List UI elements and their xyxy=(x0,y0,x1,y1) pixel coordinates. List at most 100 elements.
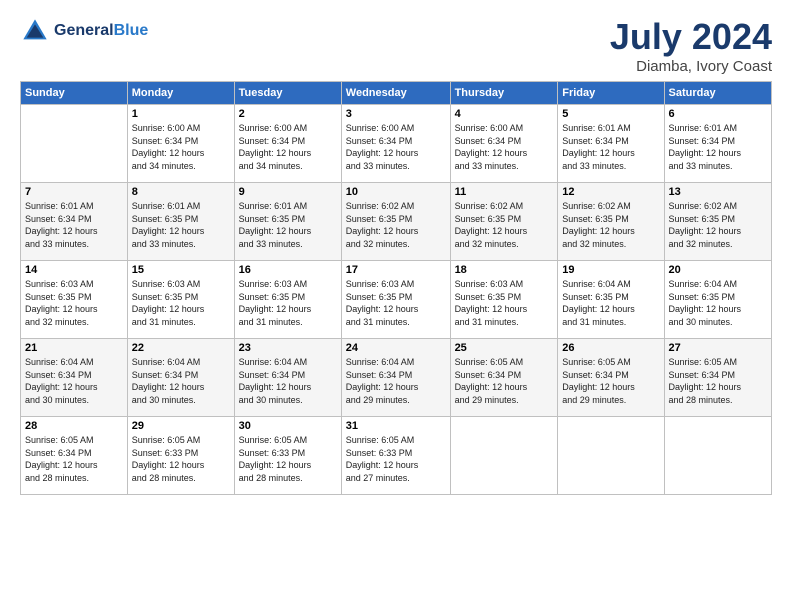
day-number: 23 xyxy=(239,342,337,354)
day-number: 25 xyxy=(455,342,554,354)
day-number: 17 xyxy=(346,264,446,276)
logo-blue: Blue xyxy=(114,22,149,39)
day-number: 27 xyxy=(669,342,767,354)
day-number: 7 xyxy=(25,186,123,198)
table-row: 22 Sunrise: 6:04 AM Sunset: 6:34 PM Dayli… xyxy=(127,339,234,417)
day-number: 4 xyxy=(455,108,554,120)
day-info: Sunrise: 6:03 AM Sunset: 6:35 PM Dayligh… xyxy=(239,278,337,328)
table-row: 19Sunrise: 6:04 AM Sunset: 6:35 PM Dayli… xyxy=(558,261,664,339)
day-info: Sunrise: 6:05 AM Sunset: 6:34 PM Dayligh… xyxy=(455,356,554,406)
table-row: 31 Sunrise: 6:05 AM Sunset: 6:33 PM Dayli… xyxy=(341,417,450,495)
day-number: 6 xyxy=(669,108,767,120)
table-row xyxy=(558,417,664,495)
header: GeneralBlue July 2024 Diamba, Ivory Coas… xyxy=(20,16,772,75)
day-info: Sunrise: 6:04 AM Sunset: 6:34 PM Dayligh… xyxy=(132,356,230,406)
day-info: Sunrise: 6:02 AM Sunset: 6:35 PM Dayligh… xyxy=(346,200,446,250)
day-number: 18 xyxy=(455,264,554,276)
day-number: 10 xyxy=(346,186,446,198)
day-number: 20 xyxy=(669,264,767,276)
day-info: Sunrise: 6:03 AM Sunset: 6:35 PM Dayligh… xyxy=(25,278,123,328)
table-row: 1 Sunrise: 6:00 AM Sunset: 6:34 PM Daylig… xyxy=(127,105,234,183)
day-info: Sunrise: 6:01 AM Sunset: 6:34 PM Dayligh… xyxy=(25,200,123,250)
col-wednesday: Wednesday xyxy=(341,82,450,105)
day-number: 1 xyxy=(132,108,230,120)
day-info: Sunrise: 6:05 AM Sunset: 6:34 PM Dayligh… xyxy=(25,434,123,484)
table-row: 27 Sunrise: 6:05 AM Sunset: 6:34 PM Dayli… xyxy=(664,339,771,417)
day-info: Sunrise: 6:04 AM Sunset: 6:34 PM Dayligh… xyxy=(346,356,446,406)
day-info: Sunrise: 6:01 AM Sunset: 6:35 PM Dayligh… xyxy=(132,200,230,250)
day-info: Sunrise: 6:02 AM Sunset: 6:35 PM Dayligh… xyxy=(455,200,554,250)
table-row: 3 Sunrise: 6:00 AM Sunset: 6:34 PM Daylig… xyxy=(341,105,450,183)
day-info: Sunrise: 6:02 AM Sunset: 6:35 PM Dayligh… xyxy=(669,200,767,250)
day-info: Sunrise: 6:01 AM Sunset: 6:35 PM Dayligh… xyxy=(239,200,337,250)
day-number: 15 xyxy=(132,264,230,276)
day-number: 8 xyxy=(132,186,230,198)
logo-icon xyxy=(20,16,50,46)
logo-text: GeneralBlue xyxy=(54,22,148,40)
day-info: Sunrise: 6:03 AM Sunset: 6:35 PM Dayligh… xyxy=(455,278,554,328)
col-friday: Friday xyxy=(558,82,664,105)
day-info: Sunrise: 6:04 AM Sunset: 6:35 PM Dayligh… xyxy=(669,278,767,328)
day-info: Sunrise: 6:05 AM Sunset: 6:33 PM Dayligh… xyxy=(132,434,230,484)
day-info: Sunrise: 6:00 AM Sunset: 6:34 PM Dayligh… xyxy=(346,122,446,172)
table-row: 2 Sunrise: 6:00 AM Sunset: 6:34 PM Daylig… xyxy=(234,105,341,183)
table-row: 13 Sunrise: 6:02 AM Sunset: 6:35 PM Dayli… xyxy=(664,183,771,261)
table-row: 26Sunrise: 6:05 AM Sunset: 6:34 PM Dayli… xyxy=(558,339,664,417)
day-info: Sunrise: 6:03 AM Sunset: 6:35 PM Dayligh… xyxy=(132,278,230,328)
logo: GeneralBlue xyxy=(20,16,148,46)
col-sunday: Sunday xyxy=(21,82,128,105)
table-row: 11 Sunrise: 6:02 AM Sunset: 6:35 PM Dayli… xyxy=(450,183,558,261)
day-info: Sunrise: 6:02 AM Sunset: 6:35 PM Dayligh… xyxy=(562,200,659,250)
table-row: 16 Sunrise: 6:03 AM Sunset: 6:35 PM Dayli… xyxy=(234,261,341,339)
calendar-table: Sunday Monday Tuesday Wednesday Thursday… xyxy=(20,81,772,495)
table-row: 14Sunrise: 6:03 AM Sunset: 6:35 PM Dayli… xyxy=(21,261,128,339)
table-row: 5Sunrise: 6:01 AM Sunset: 6:34 PM Daylig… xyxy=(558,105,664,183)
col-monday: Monday xyxy=(127,82,234,105)
day-number: 31 xyxy=(346,420,446,432)
day-number: 11 xyxy=(455,186,554,198)
day-info: Sunrise: 6:04 AM Sunset: 6:34 PM Dayligh… xyxy=(239,356,337,406)
page-container: GeneralBlue July 2024 Diamba, Ivory Coas… xyxy=(0,0,792,505)
day-number: 3 xyxy=(346,108,446,120)
day-number: 21 xyxy=(25,342,123,354)
table-row xyxy=(664,417,771,495)
day-number: 2 xyxy=(239,108,337,120)
table-row: 21Sunrise: 6:04 AM Sunset: 6:34 PM Dayli… xyxy=(21,339,128,417)
day-number: 16 xyxy=(239,264,337,276)
calendar-week-row: 14Sunrise: 6:03 AM Sunset: 6:35 PM Dayli… xyxy=(21,261,772,339)
day-info: Sunrise: 6:05 AM Sunset: 6:34 PM Dayligh… xyxy=(669,356,767,406)
calendar-week-row: 7 Sunrise: 6:01 AM Sunset: 6:34 PM Daylig… xyxy=(21,183,772,261)
day-number: 26 xyxy=(562,342,659,354)
day-number: 30 xyxy=(239,420,337,432)
table-row: 17 Sunrise: 6:03 AM Sunset: 6:35 PM Dayli… xyxy=(341,261,450,339)
day-info: Sunrise: 6:04 AM Sunset: 6:35 PM Dayligh… xyxy=(562,278,659,328)
table-row: 4 Sunrise: 6:00 AM Sunset: 6:34 PM Daylig… xyxy=(450,105,558,183)
table-row: 24Sunrise: 6:04 AM Sunset: 6:34 PM Dayli… xyxy=(341,339,450,417)
table-row: 30 Sunrise: 6:05 AM Sunset: 6:33 PM Dayli… xyxy=(234,417,341,495)
table-row: 8 Sunrise: 6:01 AM Sunset: 6:35 PM Daylig… xyxy=(127,183,234,261)
day-info: Sunrise: 6:00 AM Sunset: 6:34 PM Dayligh… xyxy=(239,122,337,172)
logo-general: General xyxy=(54,22,114,39)
table-row: 28 Sunrise: 6:05 AM Sunset: 6:34 PM Dayli… xyxy=(21,417,128,495)
table-row: 10 Sunrise: 6:02 AM Sunset: 6:35 PM Dayli… xyxy=(341,183,450,261)
calendar-week-row: 21 Sunrise: 6:04 AM Sunset: 6:34 PM Dayli… xyxy=(21,339,772,417)
day-number: 29 xyxy=(132,420,230,432)
table-row xyxy=(450,417,558,495)
day-info: Sunrise: 6:03 AM Sunset: 6:35 PM Dayligh… xyxy=(346,278,446,328)
title-area: July 2024 Diamba, Ivory Coast xyxy=(610,16,772,75)
col-tuesday: Tuesday xyxy=(234,82,341,105)
day-info: Sunrise: 6:00 AM Sunset: 6:34 PM Dayligh… xyxy=(132,122,230,172)
table-row: 7 Sunrise: 6:01 AM Sunset: 6:34 PM Daylig… xyxy=(21,183,128,261)
col-thursday: Thursday xyxy=(450,82,558,105)
page-subtitle: Diamba, Ivory Coast xyxy=(610,58,772,75)
day-info: Sunrise: 6:01 AM Sunset: 6:34 PM Dayligh… xyxy=(669,122,767,172)
day-number: 12 xyxy=(562,186,659,198)
day-number: 28 xyxy=(25,420,123,432)
day-number: 13 xyxy=(669,186,767,198)
day-info: Sunrise: 6:05 AM Sunset: 6:33 PM Dayligh… xyxy=(346,434,446,484)
table-row: 18 Sunrise: 6:03 AM Sunset: 6:35 PM Dayli… xyxy=(450,261,558,339)
day-info: Sunrise: 6:05 AM Sunset: 6:33 PM Dayligh… xyxy=(239,434,337,484)
table-row: 29 Sunrise: 6:05 AM Sunset: 6:33 PM Dayli… xyxy=(127,417,234,495)
day-number: 22 xyxy=(132,342,230,354)
day-info: Sunrise: 6:00 AM Sunset: 6:34 PM Dayligh… xyxy=(455,122,554,172)
